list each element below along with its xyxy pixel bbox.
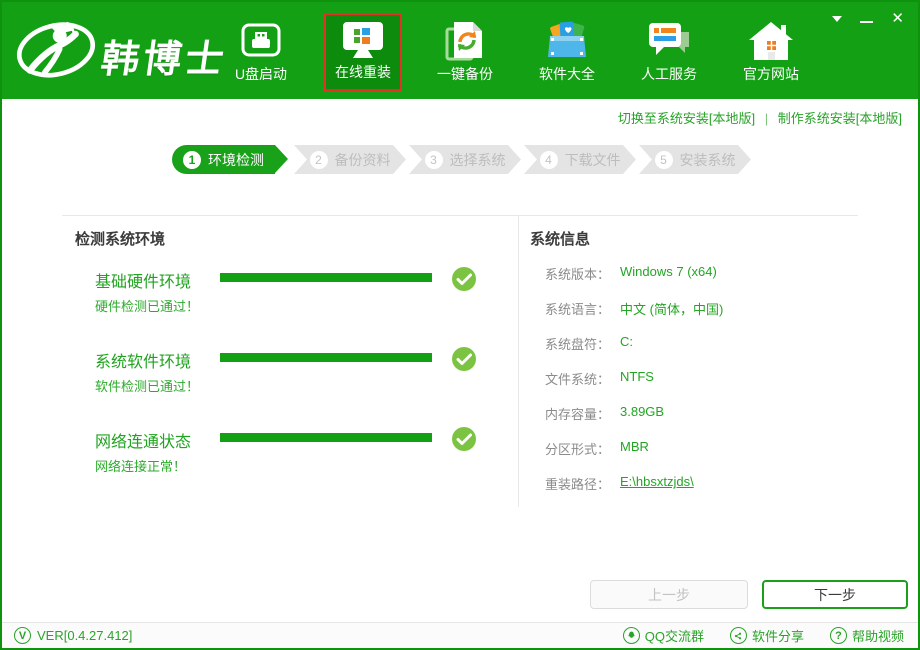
step-number: 3 (424, 150, 443, 169)
sysinfo-value-os-version: Windows 7 (x64) (620, 264, 717, 279)
sysinfo-value-reinstall-path-link[interactable]: E:\hbsxtzjds\ (620, 474, 694, 489)
detect-progress-bar (220, 433, 432, 442)
home-icon (748, 18, 794, 64)
chat-bubbles-icon (646, 18, 692, 64)
progress-steps: 1 环境检测 2 备份资料 3 选择系统 4 下载文件 5 安装系统 (172, 145, 751, 174)
help-video-link[interactable]: ? 帮助视频 (829, 626, 904, 645)
backup-refresh-icon (443, 18, 487, 64)
detect-item-name: 基础硬件环境 (95, 274, 192, 291)
sysinfo-label: 内存容量： (545, 407, 611, 422)
step-label: 选择系统 (449, 151, 506, 168)
sysinfo-label: 系统版本： (545, 267, 611, 282)
footer-links: QQ交流群 软件分享 ? 帮助视频 (622, 626, 904, 645)
step-number: 2 (309, 150, 328, 169)
sysinfo-value-memory: 3.89GB (620, 404, 665, 419)
nav-online-reinstall[interactable]: 在线重装 (324, 12, 402, 91)
nav-label: 软件大全 (539, 65, 595, 82)
nav-label: 人工服务 (641, 65, 697, 82)
monitor-windows-icon (340, 20, 386, 62)
qq-icon (622, 627, 640, 644)
nav-label: 官方网站 (743, 65, 799, 82)
sysinfo-label: 系统盘符： (545, 337, 611, 352)
footer-bar: V VER[0.4.27.412] QQ交流群 软件分享 ? 帮助视频 (2, 622, 918, 648)
step-label: 备份资料 (334, 151, 391, 168)
mode-switch-links: 切换至系统安装[本地版] | 制作系统安装[本地版] (618, 108, 902, 127)
step-install-system: 5 安装系统 (639, 145, 751, 174)
sysinfo-label: 分区形式： (545, 442, 611, 457)
link-separator: | (764, 111, 769, 126)
detect-item-name: 网络连通状态 (95, 434, 192, 451)
content-top-divider (62, 215, 858, 216)
detect-item-status: 网络连接正常！ (95, 459, 187, 474)
version-text: VER[0.4.27.412] (37, 628, 133, 643)
minimize-icon[interactable] (860, 12, 874, 26)
nav-official-website[interactable]: 官方网站 (732, 13, 810, 91)
step-label: 环境检测 (208, 151, 264, 168)
step-number: 4 (539, 150, 558, 169)
sysinfo-label: 系统语言： (545, 302, 611, 317)
share-icon (729, 627, 747, 644)
detect-item-status: 硬件检测已通过！ (95, 299, 200, 314)
check-circle-icon (452, 267, 476, 291)
check-circle-icon (452, 347, 476, 371)
sysinfo-value-system-drive: C: (620, 334, 633, 349)
close-icon[interactable]: ✕ (891, 11, 904, 26)
sysinfo-label: 重装路径： (545, 477, 611, 492)
nav-label: 在线重装 (335, 63, 391, 80)
sysinfo-value-partition: MBR (620, 439, 649, 454)
step-backup-data: 2 备份资料 (294, 145, 406, 174)
footer-link-label: 帮助视频 (851, 629, 904, 644)
sysinfo-value-filesystem: NTFS (620, 369, 654, 384)
make-local-install-link[interactable]: 制作系统安装[本地版] (778, 111, 902, 126)
check-circle-icon (452, 427, 476, 451)
nav-human-service[interactable]: 人工服务 (630, 13, 708, 91)
header: 韩博士 U盘启动 在线重装 一键备份 软件大全 人工服务 官方网站 ✕ (2, 2, 918, 99)
next-step-button[interactable]: 下一步 (762, 580, 908, 609)
footer-link-label: QQ交流群 (644, 629, 704, 644)
version-info: V VER[0.4.27.412] (14, 627, 132, 644)
step-select-system: 3 选择系统 (409, 145, 521, 174)
sysinfo-label: 文件系统： (545, 372, 611, 387)
step-label: 安装系统 (679, 151, 736, 168)
step-download-files: 4 下载文件 (524, 145, 636, 174)
footer-link-label: 软件分享 (751, 629, 804, 644)
sysinfo-panel-title: 系统信息 (530, 231, 591, 248)
brand-title: 韩博士 (98, 39, 231, 81)
detect-item-name: 系统软件环境 (95, 354, 192, 371)
brand-logo-icon (16, 21, 96, 78)
detect-progress-bar (220, 353, 432, 362)
nav-software-collection[interactable]: 软件大全 (528, 13, 606, 91)
detect-item-status: 软件检测已通过！ (95, 379, 200, 394)
nav-label: U盘启动 (234, 65, 288, 82)
detect-progress-bar (220, 273, 432, 282)
usb-drive-icon (238, 18, 284, 64)
nav-label: 一键备份 (437, 65, 493, 82)
step-label: 下载文件 (564, 151, 621, 168)
software-box-icon (544, 18, 590, 64)
sysinfo-value-language: 中文 (简体，中国) (620, 302, 724, 317)
switch-to-local-install-link[interactable]: 切换至系统安装[本地版] (618, 111, 755, 126)
step-number: 1 (183, 150, 201, 169)
window-controls: ✕ (832, 11, 904, 26)
step-number: 5 (654, 150, 673, 169)
detection-panel-title: 检测系统环境 (75, 231, 166, 248)
question-icon: ? (829, 627, 847, 644)
qq-group-link[interactable]: QQ交流群 (622, 626, 704, 645)
prev-step-button[interactable]: 上一步 (590, 580, 748, 609)
version-icon: V (14, 627, 31, 644)
main-nav: U盘启动 在线重装 一键备份 软件大全 人工服务 官方网站 (222, 2, 810, 99)
panel-divider (518, 215, 519, 507)
nav-usb-boot[interactable]: U盘启动 (222, 13, 300, 91)
dropdown-arrow-icon[interactable] (832, 12, 843, 26)
nav-one-key-backup[interactable]: 一键备份 (426, 13, 504, 91)
app-window: 韩博士 U盘启动 在线重装 一键备份 软件大全 人工服务 官方网站 ✕ 切换至系… (0, 0, 920, 650)
step-environment-check: 1 环境检测 (172, 145, 288, 174)
software-share-link[interactable]: 软件分享 (729, 626, 804, 645)
